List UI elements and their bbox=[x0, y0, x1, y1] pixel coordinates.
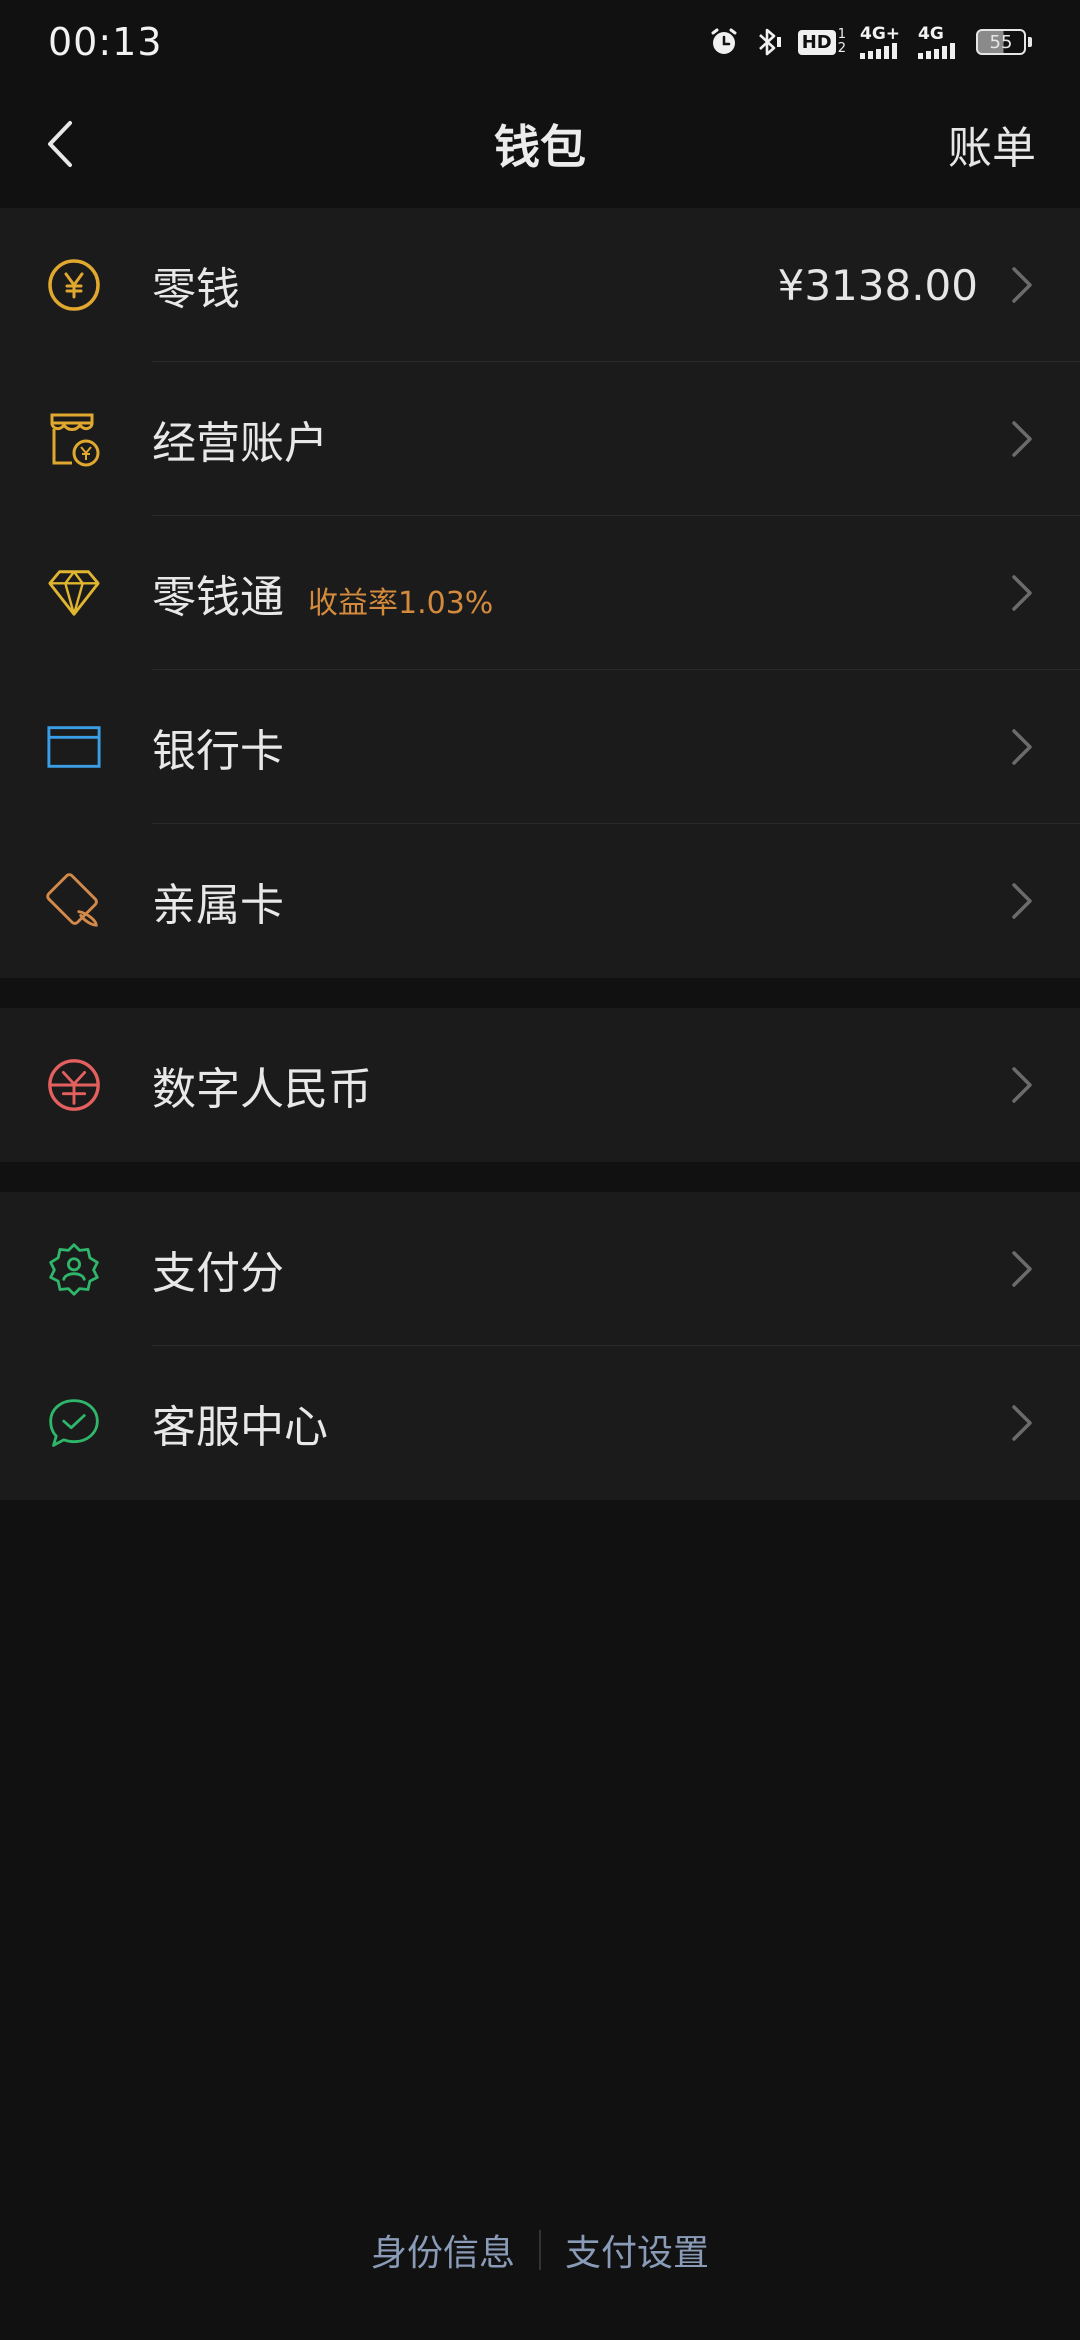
chevron-right-icon bbox=[1012, 729, 1032, 765]
yield-tag: 收益率1.03% bbox=[308, 586, 494, 621]
alarm-icon bbox=[708, 26, 740, 58]
wallet-group-main: 零钱 ¥3138.00 经营账户 零钱通 收益率1.03% 银行卡 亲属卡 bbox=[0, 208, 1080, 978]
badge-person-icon bbox=[46, 1241, 102, 1297]
row-label: 亲属卡 bbox=[152, 880, 284, 931]
footer-divider bbox=[539, 2230, 541, 2270]
wallet-group-digital-rmb: 数字人民币 bbox=[0, 1008, 1080, 1162]
wallet-row-customer-service[interactable]: 客服中心 bbox=[0, 1346, 1080, 1500]
shop-icon bbox=[46, 411, 102, 467]
row-label: 客服中心 bbox=[152, 1402, 328, 1453]
status-bar: 00:13 HD 12 4G+ 4G 55 bbox=[0, 0, 1080, 84]
row-label: 数字人民币 bbox=[152, 1064, 372, 1115]
chevron-right-icon bbox=[1012, 421, 1032, 457]
chat-check-icon bbox=[46, 1395, 102, 1451]
back-button[interactable] bbox=[30, 114, 90, 174]
wallet-row-business-account[interactable]: 经营账户 bbox=[0, 362, 1080, 516]
row-label: 零钱 bbox=[152, 264, 240, 315]
wallet-row-pay-score[interactable]: 支付分 bbox=[0, 1192, 1080, 1346]
status-icons: HD 12 4G+ 4G 55 bbox=[708, 25, 1032, 59]
row-label-text: 零钱通 bbox=[152, 572, 284, 623]
chevron-right-icon bbox=[1012, 1251, 1032, 1287]
row-label: 经营账户 bbox=[152, 418, 328, 469]
footer-links: 身份信息 支付设置 bbox=[0, 2220, 1080, 2280]
pay-settings-link[interactable]: 支付设置 bbox=[565, 2224, 709, 2276]
chevron-right-icon bbox=[1012, 883, 1032, 919]
wallet-row-change[interactable]: 零钱 ¥3138.00 bbox=[0, 208, 1080, 362]
battery-icon: 55 bbox=[976, 29, 1032, 55]
balance-value: ¥3138.00 bbox=[777, 260, 978, 310]
chevron-right-icon bbox=[1012, 267, 1032, 303]
chevron-right-icon bbox=[1012, 1405, 1032, 1441]
nav-bar: 钱包 账单 bbox=[0, 84, 1080, 204]
chevron-left-icon bbox=[48, 121, 72, 167]
row-label: 支付分 bbox=[152, 1248, 284, 1299]
wallet-row-bank-card[interactable]: 银行卡 bbox=[0, 670, 1080, 824]
yuan-coin-icon bbox=[46, 257, 102, 313]
bluetooth-icon bbox=[754, 25, 784, 59]
bill-button[interactable]: 账单 bbox=[948, 84, 1036, 204]
row-label: 零钱通 收益率1.03% bbox=[152, 561, 493, 625]
signal-4g-icon: 4G bbox=[918, 25, 962, 59]
signal-4g-plus-icon: 4G+ bbox=[860, 25, 904, 59]
diamond-icon bbox=[46, 565, 102, 621]
chevron-right-icon bbox=[1012, 575, 1032, 611]
family-card-icon bbox=[46, 873, 102, 929]
wallet-row-digital-rmb[interactable]: 数字人民币 bbox=[0, 1008, 1080, 1162]
digital-rmb-icon bbox=[46, 1057, 102, 1113]
wallet-group-services: 支付分 客服中心 bbox=[0, 1192, 1080, 1500]
wallet-row-lingqiantong[interactable]: 零钱通 收益率1.03% bbox=[0, 516, 1080, 670]
card-icon bbox=[46, 719, 102, 775]
identity-info-link[interactable]: 身份信息 bbox=[371, 2224, 515, 2276]
chevron-right-icon bbox=[1012, 1067, 1032, 1103]
hd-icon: HD 12 bbox=[797, 28, 846, 56]
status-time: 00:13 bbox=[48, 20, 163, 64]
row-label: 银行卡 bbox=[152, 726, 284, 777]
wallet-row-family-card[interactable]: 亲属卡 bbox=[0, 824, 1080, 978]
page-title: 钱包 bbox=[494, 120, 586, 174]
